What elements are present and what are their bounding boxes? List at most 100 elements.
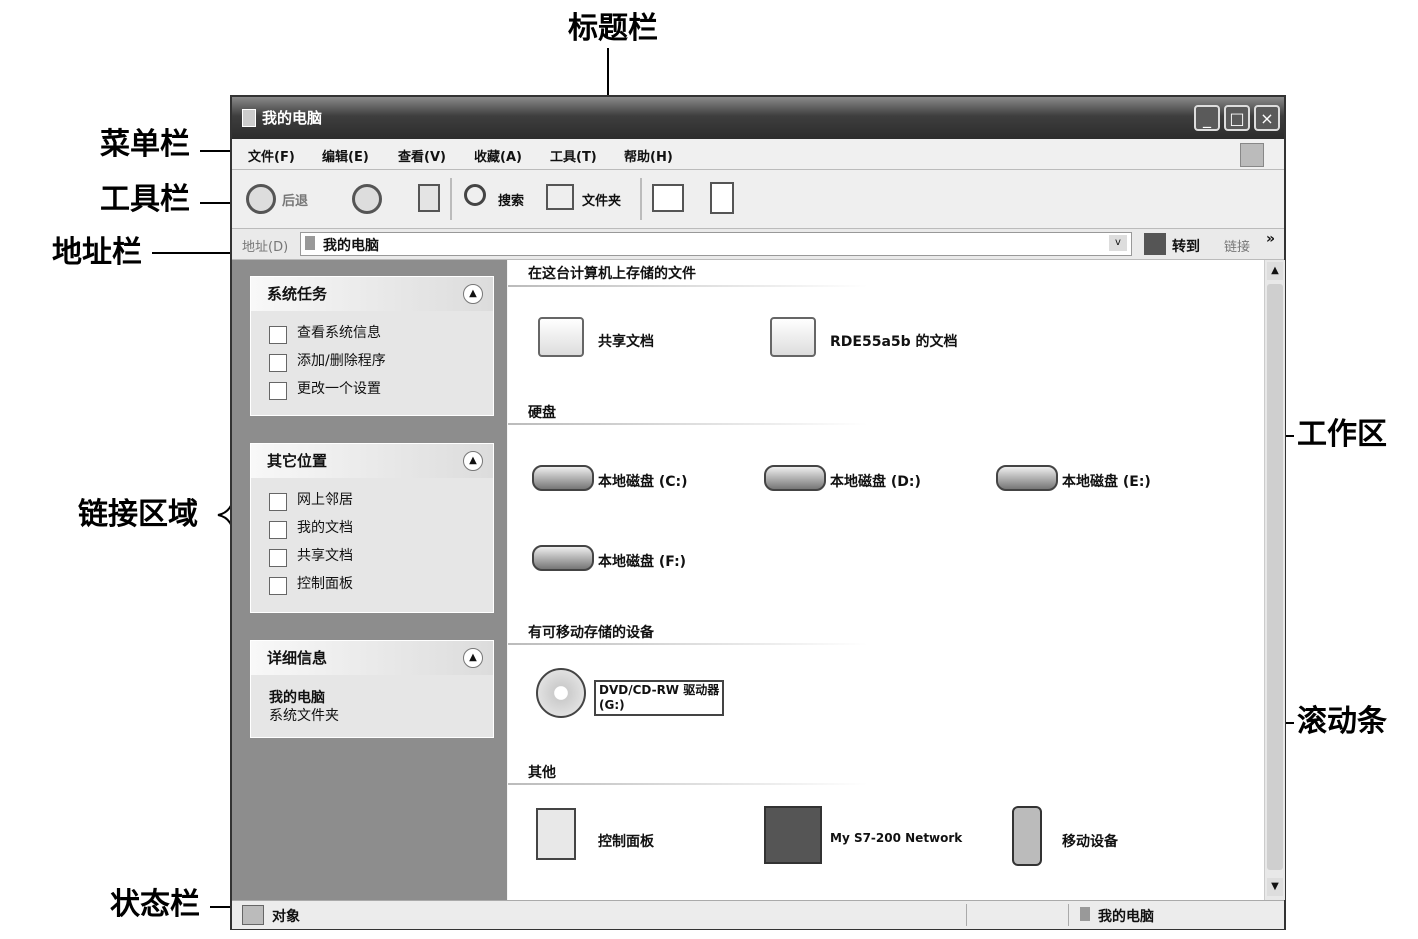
go-arrow-icon[interactable] [1144,233,1166,255]
back-arrow-icon[interactable] [246,184,276,214]
scroll-bar[interactable]: ▲ ▼ [1264,260,1285,900]
scroll-up-icon[interactable]: ▲ [1267,262,1283,280]
callout-scroll-bar: 滚动条 [1297,704,1387,739]
callout-tool-bar: 工具栏 [100,182,190,217]
up-folder-icon[interactable] [418,184,440,212]
status-divider [966,904,967,926]
views-icon[interactable] [652,184,684,212]
back-button-label[interactable]: 后退 [282,190,308,209]
menu-file[interactable]: 文件(F) [248,146,295,165]
details-panel: 详细信息 ▲ 我的电脑 系统文件夹 [250,640,494,738]
windows-logo-icon [1240,143,1264,167]
collapse-icon[interactable]: ▲ [463,451,483,471]
more-chevron-icon[interactable]: » [1266,231,1275,247]
scroll-thumb[interactable] [1267,284,1283,870]
toolbar-divider [450,178,452,220]
collapse-icon[interactable]: ▲ [463,284,483,304]
status-location: 我的电脑 [1098,909,1154,925]
details-desc: 系统文件夹 [269,708,339,724]
network-icon [269,493,287,511]
item-disk-d[interactable]: 本地磁盘 (D:) [830,471,921,491]
item-user-documents[interactable]: RDE55a5b 的文档 [830,331,958,351]
section-hard-disks: 硬盘 [528,405,556,421]
panel-title: 系统任务 [267,285,328,303]
scroll-down-icon[interactable]: ▼ [1267,878,1283,896]
place-label: 网上邻居 [297,492,353,508]
panel-header[interactable]: 系统任务 ▲ [251,277,493,311]
section-divider [508,783,868,785]
place-my-documents[interactable]: 我的文档 [251,514,493,542]
address-label: 地址(D) [242,240,289,255]
search-icon[interactable] [464,184,486,206]
go-button[interactable]: 转到 [1172,236,1200,256]
computer-icon [305,236,315,250]
item-control-panel[interactable]: 控制面板 [598,831,654,851]
address-input[interactable]: 我的电脑 v [300,232,1132,256]
item-s7200-network[interactable]: My S7-200 Network [830,831,962,845]
menu-favorites[interactable]: 收藏(A) [474,146,522,165]
task-view-system-info[interactable]: 查看系统信息 [251,319,493,347]
folders-button[interactable]: 文件夹 [582,190,621,209]
task-change-setting[interactable]: 更改一个设置 [251,375,493,403]
task-label: 更改一个设置 [297,381,381,397]
hard-disk-icon [532,545,594,571]
task-pane: 系统任务 ▲ 查看系统信息 添加/删除程序 更改一个设置 其它位置 ▲ 网上邻居 我… [232,260,507,900]
window-title: 我的电脑 [262,109,323,127]
title-bar[interactable]: 我的电脑 _ □ × [232,97,1284,139]
details-name: 我的电脑 [269,690,325,706]
item-disk-c[interactable]: 本地磁盘 (C:) [598,471,688,491]
task-label: 查看系统信息 [297,325,381,341]
folder-sync-icon[interactable] [710,182,734,214]
menu-view[interactable]: 查看(V) [398,146,446,165]
task-add-remove-programs[interactable]: 添加/删除程序 [251,347,493,375]
control-panel-icon [269,577,287,595]
dvd-drive-letter: (G:) [599,698,625,712]
network-computer-icon [764,806,822,864]
callout-title-bar: 标题栏 [568,11,658,46]
system-info-icon [269,326,287,344]
hard-disk-icon [532,465,594,491]
place-shared-documents[interactable]: 共享文档 [251,542,493,570]
status-computer-icon [242,905,264,925]
item-shared-documents[interactable]: 共享文档 [598,331,654,351]
documents-icon [269,521,287,539]
search-button[interactable]: 搜索 [498,190,524,209]
panel-header[interactable]: 其它位置 ▲ [251,444,493,478]
section-divider [508,285,868,287]
programs-icon [269,354,287,372]
close-button[interactable]: × [1254,105,1280,131]
address-bar: 地址(D) 我的电脑 v 转到 链接 » [232,229,1284,260]
status-bar: 对象 我的电脑 [232,900,1284,929]
panel-title: 其它位置 [267,452,328,470]
chevron-down-icon[interactable]: v [1109,235,1127,251]
place-control-panel[interactable]: 控制面板 [251,570,493,598]
menu-tools[interactable]: 工具(T) [550,146,597,165]
section-files: 在这台计算机上存储的文件 [528,266,696,282]
item-disk-e[interactable]: 本地磁盘 (E:) [1062,471,1151,491]
address-value: 我的电脑 [323,238,379,254]
menu-edit[interactable]: 编辑(E) [322,146,369,165]
dvd-drive-icon [536,668,586,718]
links-label[interactable]: 链接 [1224,236,1250,255]
callout-menu-bar: 菜单栏 [100,127,190,162]
panel-header[interactable]: 详细信息 ▲ [251,641,493,675]
other-places-panel: 其它位置 ▲ 网上邻居 我的文档 共享文档 控制面板 [250,443,494,613]
computer-icon [242,109,256,127]
item-dvd-drive[interactable]: DVD/CD-RW 驱动器 (G:) [594,680,725,716]
place-network[interactable]: 网上邻居 [251,486,493,514]
control-panel-icon [536,808,576,860]
callout-link-area: 链接区域 [78,497,198,532]
work-area: 在这台计算机上存储的文件 共享文档 RDE55a5b 的文档 硬盘 本地磁盘 (… [508,260,1264,900]
callout-title-line [607,48,609,98]
callout-status-bar: 状态栏 [110,887,200,922]
maximize-button[interactable]: □ [1224,105,1250,131]
dvd-drive-label: DVD/CD-RW 驱动器 [599,683,720,697]
folders-icon[interactable] [546,184,574,210]
item-mobile-device[interactable]: 移动设备 [1062,831,1118,851]
forward-arrow-icon[interactable] [352,184,382,214]
minimize-button[interactable]: _ [1194,105,1220,131]
menu-help[interactable]: 帮助(H) [624,146,673,165]
status-divider [1068,904,1069,926]
collapse-icon[interactable]: ▲ [463,648,483,668]
item-disk-f[interactable]: 本地磁盘 (F:) [598,551,686,571]
